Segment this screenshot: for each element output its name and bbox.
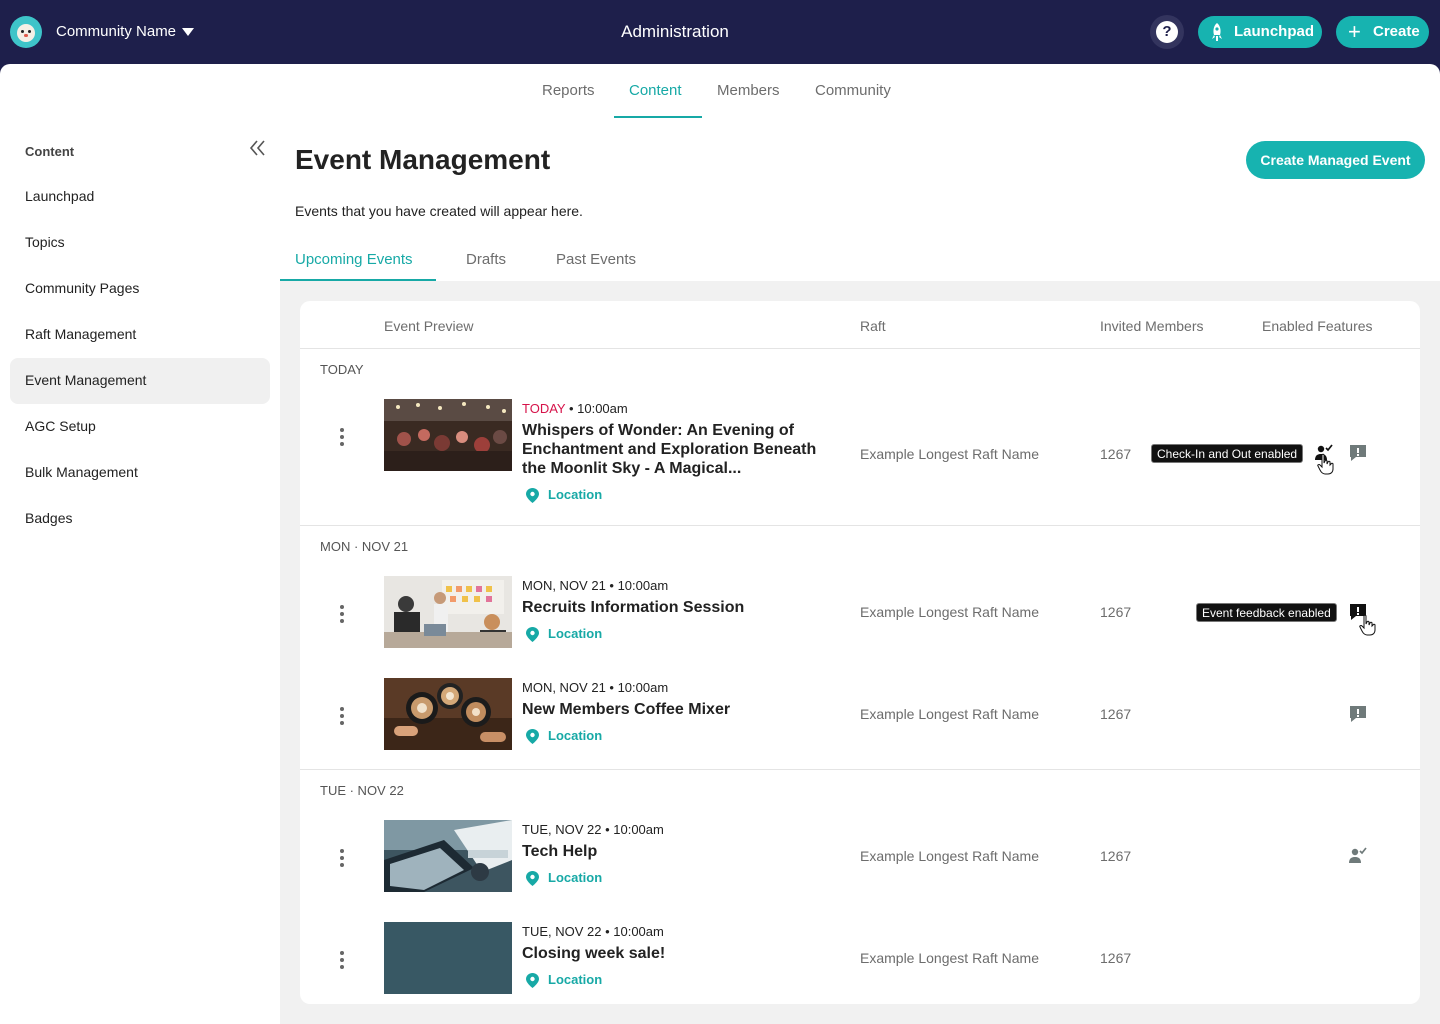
sidebar-item-agc-setup[interactable]: AGC Setup: [10, 404, 270, 450]
check-in-icon[interactable]: [1348, 846, 1368, 866]
table-row[interactable]: TUE, NOV 22 • 10:00am Tech Help Location…: [300, 820, 1420, 892]
rocket-icon: [1212, 23, 1222, 41]
event-date: MON, NOV 21 • 10:00am: [522, 578, 669, 593]
feature-tooltip: Check-In and Out enabled: [1151, 444, 1304, 463]
more-options-icon[interactable]: [340, 707, 344, 728]
sidebar-heading: Content: [25, 144, 75, 159]
location-pin-icon: [526, 973, 539, 988]
event-thumbnail: [384, 576, 512, 648]
nav-members[interactable]: Members: [717, 82, 780, 99]
location-pin-icon: [526, 488, 539, 503]
feedback-icon[interactable]: [1348, 704, 1368, 724]
event-thumbnail: [384, 922, 512, 994]
col-header-enabled-features: Enabled Features: [1262, 318, 1373, 334]
location-pin-icon: [526, 871, 539, 886]
page-title: Event Management: [295, 144, 551, 175]
table-row[interactable]: MON, NOV 21 • 10:00am New Members Coffee…: [300, 678, 1420, 750]
divider: [300, 348, 1420, 349]
admin-panel: Reports Content Members Community Conten…: [0, 64, 1440, 1024]
create-label: Create: [1373, 23, 1420, 40]
location-pin-icon: [526, 627, 539, 642]
event-thumbnail: [384, 399, 512, 471]
raft-name: Example Longest Raft Name: [860, 848, 1039, 864]
event-title[interactable]: Tech Help: [522, 842, 822, 861]
raft-name: Example Longest Raft Name: [860, 446, 1039, 462]
invited-members-count: 1267: [1100, 848, 1132, 864]
divider: [300, 769, 1420, 770]
events-table: Event Preview Raft Invited Members Enabl…: [300, 301, 1420, 1004]
page-subtitle: Events that you have created will appear…: [295, 203, 583, 219]
cursor-hand-icon: [1317, 453, 1334, 475]
location-pin-icon: [526, 729, 539, 744]
col-header-raft: Raft: [860, 318, 886, 334]
create-button[interactable]: + Create: [1336, 16, 1429, 48]
event-title[interactable]: Whispers of Wonder: An Evening of Enchan…: [522, 421, 822, 478]
invited-members-count: 1267: [1100, 950, 1132, 966]
col-header-event-preview: Event Preview: [384, 318, 474, 334]
more-options-icon[interactable]: [340, 849, 344, 870]
invited-members-count: 1267: [1100, 604, 1132, 620]
group-label-mon-nov-21: MON · NOV 21: [320, 539, 409, 554]
table-row[interactable]: TODAY • 10:00am Whispers of Wonder: An E…: [300, 399, 1420, 525]
launchpad-button[interactable]: Launchpad: [1198, 16, 1322, 48]
nav-active-indicator: [614, 116, 702, 118]
event-thumbnail: [384, 820, 512, 892]
table-row[interactable]: MON, NOV 21 • 10:00am Recruits Informati…: [300, 576, 1420, 648]
nav-content[interactable]: Content: [629, 82, 682, 99]
today-label: TODAY: [522, 401, 566, 416]
raft-name: Example Longest Raft Name: [860, 950, 1039, 966]
sidebar-item-topics[interactable]: Topics: [10, 220, 270, 266]
more-options-icon[interactable]: [340, 951, 344, 972]
raft-name: Example Longest Raft Name: [860, 706, 1039, 722]
divider: [300, 525, 1420, 526]
invited-members-count: 1267: [1100, 706, 1132, 722]
raft-name: Example Longest Raft Name: [860, 604, 1039, 620]
event-title[interactable]: Recruits Information Session: [522, 598, 822, 617]
event-date: MON, NOV 21 • 10:00am: [522, 680, 669, 695]
feature-tooltip: Event feedback enabled: [1196, 603, 1337, 622]
sidebar-item-raft-management[interactable]: Raft Management: [10, 312, 270, 358]
top-bar: Community Name Administration ? Launchpa…: [0, 0, 1440, 64]
invited-members-count: 1267: [1100, 446, 1132, 462]
launchpad-label: Launchpad: [1234, 23, 1315, 40]
tab-drafts[interactable]: Drafts: [466, 251, 506, 268]
plus-icon: +: [1348, 19, 1361, 44]
tab-past-events[interactable]: Past Events: [556, 251, 636, 268]
event-date: TODAY • 10:00am: [522, 401, 628, 416]
event-thumbnail: [384, 678, 512, 750]
more-options-icon[interactable]: [340, 428, 344, 449]
event-date: TUE, NOV 22 • 10:00am: [522, 822, 664, 837]
nav-reports[interactable]: Reports: [542, 82, 595, 99]
table-row[interactable]: TUE, NOV 22 • 10:00am Closing week sale!…: [300, 922, 1420, 994]
sidebar-item-community-pages[interactable]: Community Pages: [10, 266, 270, 312]
group-label-today: TODAY: [320, 362, 364, 377]
tab-upcoming-events[interactable]: Upcoming Events: [295, 251, 413, 268]
sidebar-item-badges[interactable]: Badges: [10, 496, 270, 542]
feedback-icon[interactable]: [1348, 443, 1368, 463]
more-options-icon[interactable]: [340, 605, 344, 626]
sidebar-item-launchpad[interactable]: Launchpad: [10, 174, 270, 220]
sidebar-item-event-management[interactable]: Event Management: [10, 358, 270, 404]
create-managed-event-button[interactable]: Create Managed Event: [1246, 141, 1425, 179]
group-label-tue-nov-22: TUE · NOV 22: [320, 783, 404, 798]
help-button[interactable]: ?: [1150, 15, 1184, 49]
collapse-sidebar-icon[interactable]: [248, 138, 268, 158]
cursor-hand-icon: [1359, 614, 1376, 636]
event-date: TUE, NOV 22 • 10:00am: [522, 924, 664, 939]
sidebar-item-bulk-management[interactable]: Bulk Management: [10, 450, 270, 496]
nav-community[interactable]: Community: [815, 82, 891, 99]
event-title[interactable]: Closing week sale!: [522, 944, 822, 963]
col-header-invited-members: Invited Members: [1100, 318, 1204, 334]
page-header-title: Administration: [621, 22, 729, 41]
event-title[interactable]: New Members Coffee Mixer: [522, 700, 822, 719]
event-time: • 10:00am: [565, 401, 628, 416]
help-icon: ?: [1156, 21, 1178, 43]
